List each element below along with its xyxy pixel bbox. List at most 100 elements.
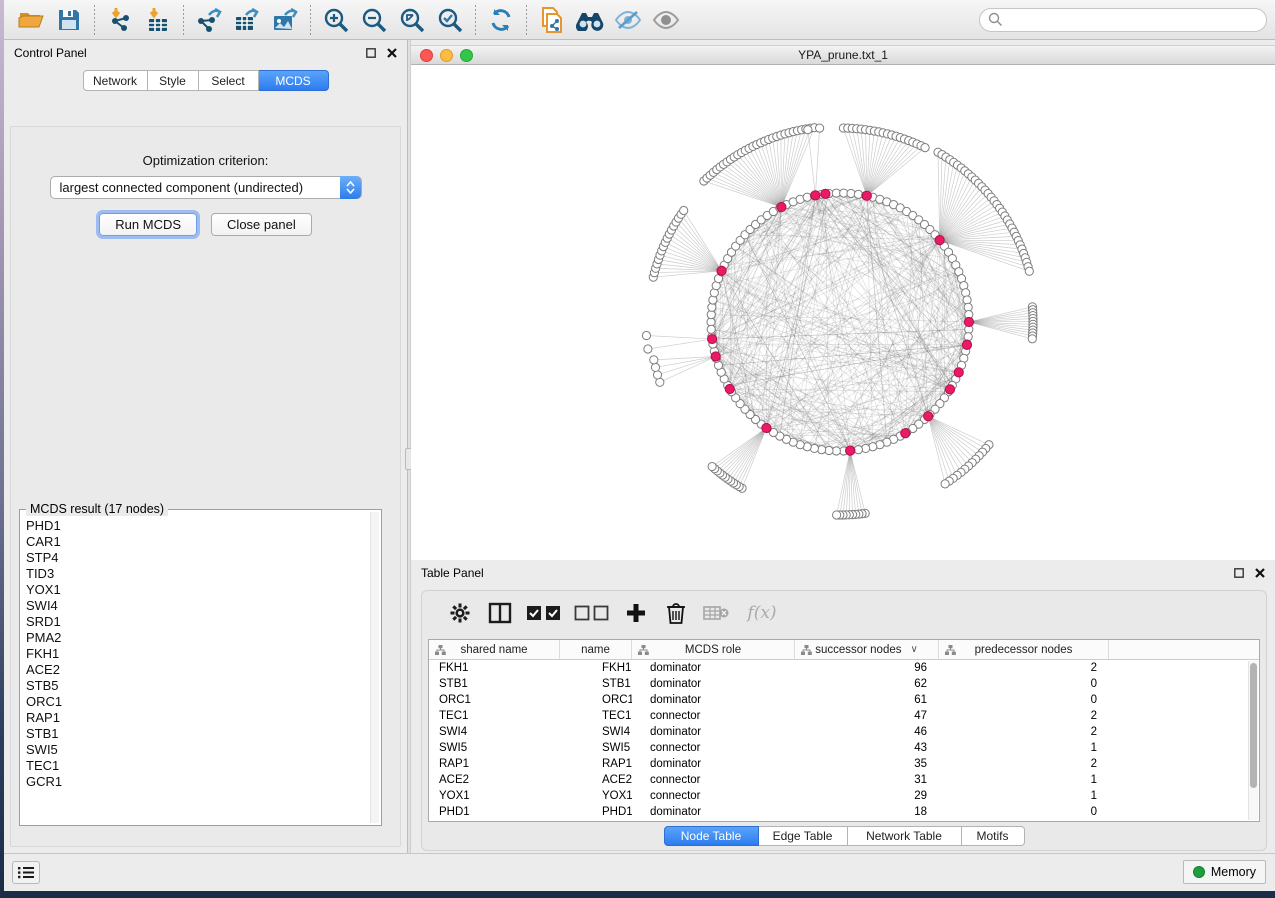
table-row-PHD1[interactable]: PHD1PHD1dominator180	[429, 804, 1259, 820]
table-scrollbar[interactable]	[1248, 661, 1258, 820]
column-header-shared-name[interactable]: shared name	[429, 640, 560, 659]
dropdown-stepper-icon	[340, 176, 361, 199]
table-row-SWI5[interactable]: SWI5SWI5connector431	[429, 740, 1259, 756]
zoom-fit-icon[interactable]	[393, 3, 431, 37]
table-row-ORC1[interactable]: ORC1ORC1dominator610	[429, 692, 1259, 708]
table-cell: dominator	[632, 678, 795, 690]
mcds-result-item[interactable]: GCR1	[26, 774, 369, 790]
delete-column-icon[interactable]	[658, 596, 694, 630]
tab-motifs[interactable]: Motifs	[962, 826, 1025, 846]
mcds-result-item[interactable]: PHD1	[26, 518, 369, 534]
table-row-FKH1[interactable]: FKH1FKH1dominator962	[429, 660, 1259, 676]
column-header-successor-nodes[interactable]: successor nodes∨	[795, 640, 939, 659]
criterion-dropdown[interactable]: largest connected component (undirected)	[50, 176, 362, 199]
tab-style[interactable]: Style	[148, 70, 199, 91]
toolbar-separator	[475, 5, 476, 35]
mcds-result-item[interactable]: PMA2	[26, 630, 369, 646]
float-table-panel-icon[interactable]	[1233, 568, 1244, 579]
mcds-result-list[interactable]: PHD1CAR1STP4TID3YOX1SWI4SRD1PMA2FKH1ACE2…	[26, 518, 369, 823]
table-row-SWI4[interactable]: SWI4SWI4dominator462	[429, 724, 1259, 740]
table-scrollbar-thumb[interactable]	[1250, 663, 1257, 788]
table-row-TEC1[interactable]: TEC1TEC1connector472	[429, 708, 1259, 724]
table-panel-title: Table Panel	[421, 566, 484, 580]
optimization-criterion-label: Optimization criterion:	[11, 153, 400, 168]
save-session-icon[interactable]	[50, 3, 88, 37]
mcds-result-item[interactable]: STB1	[26, 726, 369, 742]
export-network-icon[interactable]	[190, 3, 228, 37]
first-neighbors-icon[interactable]	[571, 3, 609, 37]
toolbar-separator	[310, 5, 311, 35]
mcds-result-item[interactable]: SWI4	[26, 598, 369, 614]
open-file-icon[interactable]	[12, 3, 50, 37]
zoom-selected-icon[interactable]	[431, 3, 469, 37]
import-table-icon[interactable]	[139, 3, 177, 37]
deselect-all-icon[interactable]	[570, 596, 614, 630]
mcds-result-item[interactable]: ACE2	[26, 662, 369, 678]
show-all-icon[interactable]	[647, 3, 685, 37]
column-layout-icon[interactable]	[482, 596, 518, 630]
close-panel-button[interactable]: Close panel	[211, 213, 312, 236]
refresh-icon[interactable]	[482, 3, 520, 37]
hide-selected-icon[interactable]	[609, 3, 647, 37]
task-history-button[interactable]	[12, 861, 40, 884]
mcds-result-item[interactable]: STB5	[26, 678, 369, 694]
zoom-out-icon[interactable]	[355, 3, 393, 37]
table-cell: 2	[939, 758, 1109, 770]
tab-network[interactable]: Network	[83, 70, 148, 91]
close-table-panel-icon[interactable]	[1254, 568, 1265, 579]
mcds-list-scrollbar[interactable]	[370, 512, 379, 823]
mcds-result-item[interactable]: ORC1	[26, 694, 369, 710]
table-cell: FKH1	[429, 662, 560, 674]
mcds-result-item[interactable]: CAR1	[26, 534, 369, 550]
table-cell: TEC1	[429, 710, 560, 722]
table-cell: 61	[795, 694, 939, 706]
export-image-icon[interactable]	[266, 3, 304, 37]
table-row-YOX1[interactable]: YOX1YOX1connector291	[429, 788, 1259, 804]
export-table-icon[interactable]	[228, 3, 266, 37]
mcds-result-item[interactable]: SRD1	[26, 614, 369, 630]
mcds-result-item[interactable]: STP4	[26, 550, 369, 566]
run-mcds-button[interactable]: Run MCDS	[99, 213, 197, 236]
table-row-RAP1[interactable]: RAP1RAP1dominator352	[429, 756, 1259, 772]
table-cell: FKH1	[560, 662, 632, 674]
function-builder-icon[interactable]: f(x)	[738, 596, 786, 630]
tab-select[interactable]: Select	[199, 70, 259, 91]
mcds-result-item[interactable]: YOX1	[26, 582, 369, 598]
tab-mcds[interactable]: MCDS	[259, 70, 329, 91]
table-header-row: shared namenameMCDS rolesuccessor nodes∨…	[429, 640, 1259, 660]
table-row-STB1[interactable]: STB1STB1dominator620	[429, 676, 1259, 692]
tab-node-table[interactable]: Node Table	[664, 826, 759, 846]
memory-button[interactable]: Memory	[1183, 860, 1266, 884]
mcds-result-box: MCDS result (17 nodes) PHD1CAR1STP4TID3Y…	[19, 509, 382, 826]
mcds-result-item[interactable]: SWI5	[26, 742, 369, 758]
control-panel-title: Control Panel	[14, 46, 87, 60]
clone-network-icon[interactable]	[533, 3, 571, 37]
mcds-result-item[interactable]: FKH1	[26, 646, 369, 662]
search-input[interactable]	[979, 8, 1267, 32]
network-title-bar[interactable]: YPA_prune.txt_1	[411, 45, 1275, 65]
mcds-result-item[interactable]: RAP1	[26, 710, 369, 726]
column-header-filler	[1109, 640, 1254, 659]
float-panel-icon[interactable]	[365, 48, 376, 59]
table-settings-icon[interactable]	[442, 596, 478, 630]
import-network-icon[interactable]	[101, 3, 139, 37]
column-header-predecessor-nodes[interactable]: predecessor nodes	[939, 640, 1109, 659]
delete-table-icon[interactable]	[698, 596, 734, 630]
column-header-name[interactable]: name	[560, 640, 632, 659]
select-all-icon[interactable]	[522, 596, 566, 630]
zoom-in-icon[interactable]	[317, 3, 355, 37]
table-cell: connector	[632, 742, 795, 754]
add-column-icon[interactable]	[618, 596, 654, 630]
close-panel-icon[interactable]	[386, 48, 397, 59]
tab-edge-table[interactable]: Edge Table	[759, 826, 848, 846]
mcds-result-item[interactable]: TEC1	[26, 758, 369, 774]
column-header-MCDS-role[interactable]: MCDS role	[632, 640, 795, 659]
mcds-result-item[interactable]: TID3	[26, 566, 369, 582]
network-canvas[interactable]	[411, 65, 1275, 560]
tab-network-table[interactable]: Network Table	[848, 826, 962, 846]
table-cell: YOX1	[429, 790, 560, 802]
table-cell: ACE2	[560, 774, 632, 786]
table-cell: dominator	[632, 758, 795, 770]
table-cell: 2	[939, 726, 1109, 738]
table-row-ACE2[interactable]: ACE2ACE2connector311	[429, 772, 1259, 788]
